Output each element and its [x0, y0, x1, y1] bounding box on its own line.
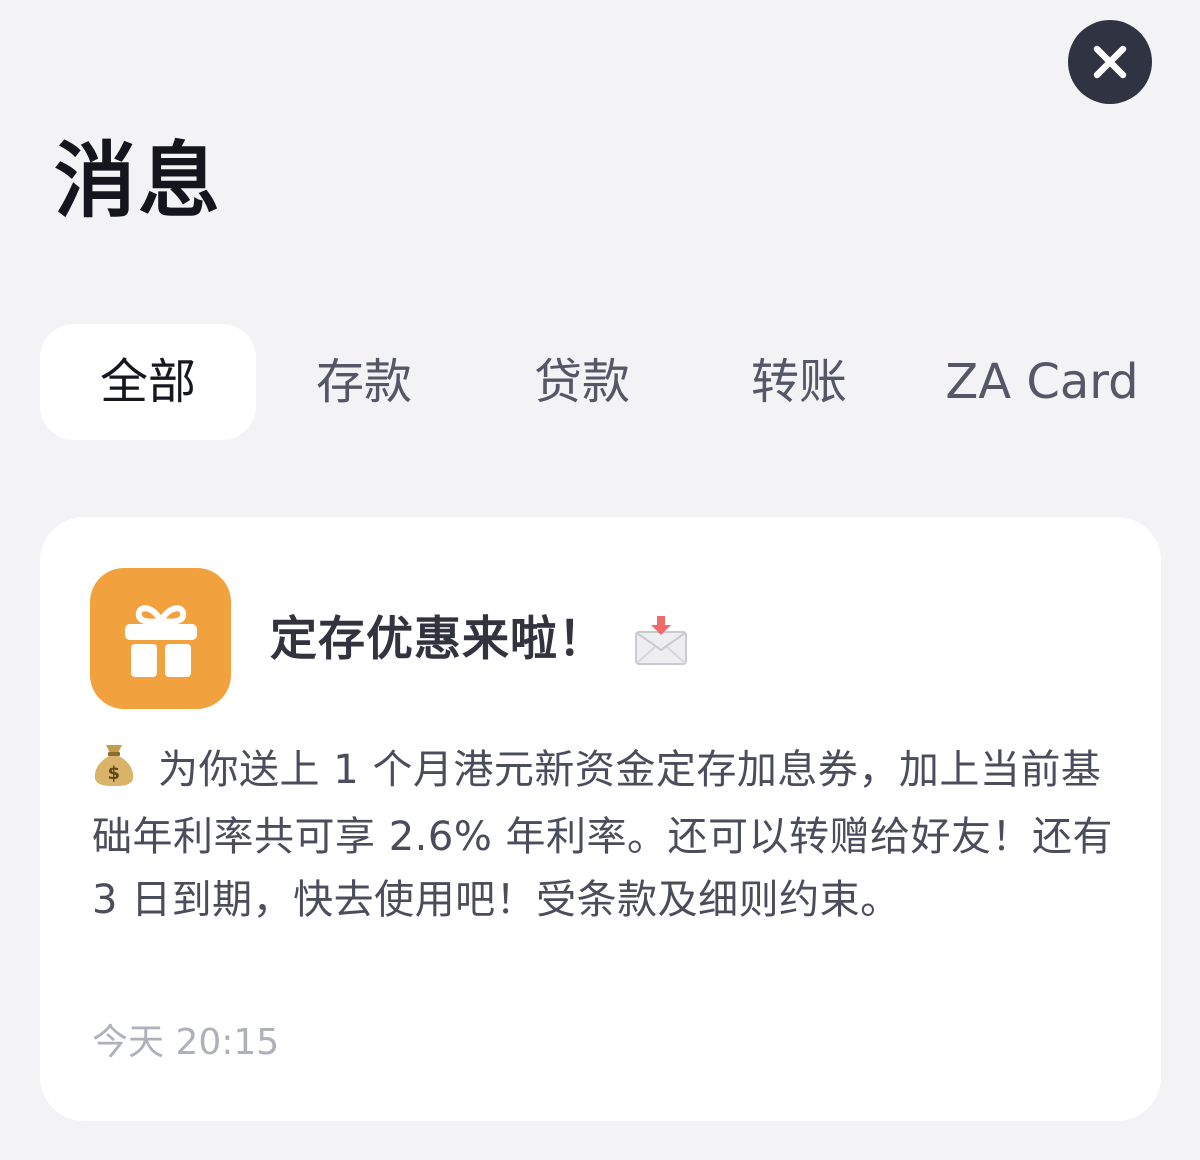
tab-transfer[interactable]: 转账 [691, 324, 907, 440]
tab-deposit[interactable]: 存款 [256, 324, 472, 440]
message-body: $ 为你送上 1 个月港元新资金定存加息券，加上当前基础年利率共可享 2.6% 年… [92, 739, 1122, 932]
message-card[interactable]: 定存优惠来啦！ $ 为你送上 1 个月港元新资金定存加息券，加上当前基础年利率共可… [40, 517, 1161, 1121]
close-button[interactable] [1068, 20, 1152, 104]
money-bag-icon: $ [92, 741, 136, 806]
tab-all[interactable]: 全部 [40, 324, 256, 440]
page-title: 消息 [54, 134, 223, 229]
tab-bar: 全部 存款 贷款 转账 ZA Card [40, 324, 1200, 440]
message-title: 定存优惠来啦！ [270, 605, 688, 675]
envelope-icon [634, 614, 688, 666]
gift-icon [124, 604, 197, 677]
tab-za-card[interactable]: ZA Card [940, 324, 1144, 440]
message-body-text: 为你送上 1 个月港元新资金定存加息券，加上当前基础年利率共可享 2.6% 年利… [92, 747, 1114, 923]
message-title-text: 定存优惠来啦！ [270, 612, 606, 667]
svg-text:$: $ [107, 763, 120, 784]
message-category-icon [90, 568, 231, 709]
tab-scroll-fade [1146, 324, 1200, 440]
message-timestamp: 今天 20:15 [92, 1022, 280, 1063]
close-icon [1093, 45, 1127, 79]
tab-loan[interactable]: 贷款 [474, 324, 690, 440]
